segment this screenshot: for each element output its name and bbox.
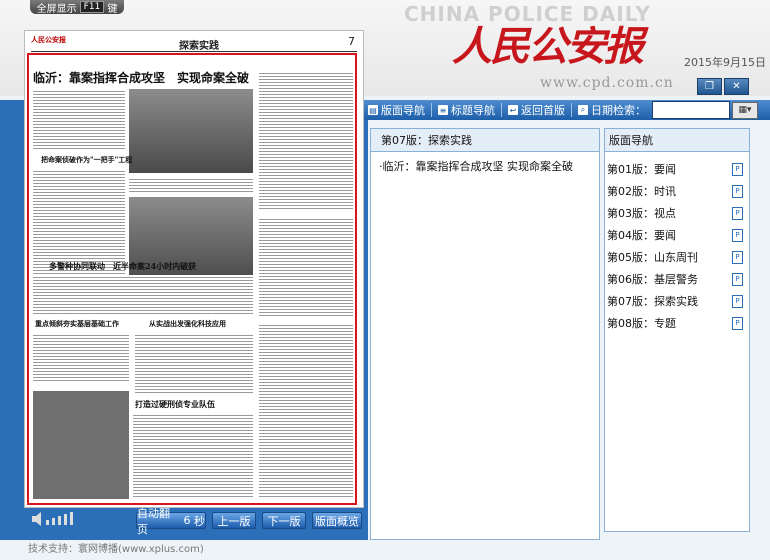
page-masthead-logo: 人民公安报 xyxy=(31,36,66,44)
pdf-icon[interactable]: P xyxy=(732,162,743,176)
text-block xyxy=(259,323,353,499)
pdf-icon[interactable]: P xyxy=(732,184,743,198)
site-url: www.cpd.com.cn xyxy=(540,75,674,91)
page-link[interactable]: 第05版：山东周刊 xyxy=(607,249,698,265)
title-nav-button[interactable]: ≡ 标题导航 xyxy=(434,102,499,118)
search-icon: ⌕ xyxy=(578,105,588,115)
article-subheadline: 把命案侦破作为"一把手"工程 xyxy=(41,155,133,164)
window-controls: ❐ ✕ xyxy=(697,78,749,95)
article-subheadline: 从实战出发强化科技应用 xyxy=(149,319,226,328)
article-link[interactable]: ·临沂：靠案指挥合成攻坚 实现命案全破 xyxy=(379,158,599,174)
page-link[interactable]: 第06版：基层警务 xyxy=(607,271,698,287)
page-item[interactable]: 第03版：视点 P xyxy=(607,202,749,224)
back-home-button[interactable]: ↩ 返回首版 xyxy=(504,102,569,118)
back-home-label: 返回首版 xyxy=(521,104,565,117)
prev-page-button[interactable]: 上一版 xyxy=(212,512,256,529)
pdf-icon[interactable]: P xyxy=(732,206,743,220)
seconds-unit: 秒 xyxy=(194,514,205,528)
page-number: 7 xyxy=(348,35,355,48)
toolbar: ▤ 版面导航 ≡ 标题导航 ↩ 返回首版 ⌕ 日期检索： ▦▾ xyxy=(364,100,770,120)
publication-date: 2015年9月15日 xyxy=(684,56,766,69)
date-search: ⌕ 日期检索： xyxy=(574,102,650,118)
auto-flip-seconds[interactable]: 6 xyxy=(184,514,191,527)
calendar-icon[interactable]: ▦▾ xyxy=(732,101,758,119)
footer-credit: 技术支持：寰网博播(www.xplus.com) xyxy=(28,544,204,555)
fullscreen-suffix: 键 xyxy=(107,3,118,15)
text-block xyxy=(33,333,129,383)
page-link[interactable]: 第04版：要闻 xyxy=(607,227,676,243)
article-subheadline: 重点倾斜夯实基层基础工作 xyxy=(35,319,119,328)
text-block xyxy=(33,89,125,151)
text-block xyxy=(129,177,253,193)
page-header: 人民公安报 探索实践 7 xyxy=(31,35,357,52)
prev-page-label: 上一版 xyxy=(217,514,251,528)
fullscreen-label: 全屏显示 xyxy=(36,3,77,15)
page-link[interactable]: 第01版：要闻 xyxy=(607,161,676,177)
auto-flip-label: 自动翻页 xyxy=(137,506,170,536)
text-block xyxy=(259,71,353,211)
pdf-icon[interactable]: P xyxy=(732,272,743,286)
date-input[interactable] xyxy=(652,101,730,119)
article-subheadline: 多警种协同联动 近半命案24小时内破获 xyxy=(49,261,197,271)
pdf-icon[interactable]: P xyxy=(732,250,743,264)
page-section-title: 探索实践 xyxy=(179,41,219,52)
title-nav-header: 第07版：探索实践 xyxy=(371,129,599,152)
article-subheadline: 打造过硬刑侦专业队伍 xyxy=(135,399,215,409)
page-nav-label: 版面导航 xyxy=(381,104,425,117)
date-search-label: 日期检索： xyxy=(591,104,646,117)
article-photo xyxy=(129,89,253,173)
title-nav-icon: ≡ xyxy=(438,105,448,115)
page-nav-panel: 版面导航 第01版：要闻 P 第02版：时讯 P 第03版：视点 P 第04版：要闻 P… xyxy=(604,128,750,532)
pdf-icon[interactable]: P xyxy=(732,294,743,308)
text-block xyxy=(133,413,253,499)
page-nav-header: 版面导航 xyxy=(605,129,749,152)
next-page-label: 下一版 xyxy=(267,514,301,528)
page-list: 第01版：要闻 P 第02版：时讯 P 第03版：视点 P 第04版：要闻 P 第05版… xyxy=(605,152,749,334)
page-item[interactable]: 第04版：要闻 P xyxy=(607,224,749,246)
next-page-button[interactable]: 下一版 xyxy=(262,512,306,529)
page-link[interactable]: 第03版：视点 xyxy=(607,205,676,221)
article-photo xyxy=(33,391,129,499)
text-block xyxy=(259,217,353,317)
article-headline[interactable]: 临沂：靠案指挥合成攻坚 实现命案全破 xyxy=(33,69,249,86)
title-nav-panel: 第07版：探索实践 ·临沂：靠案指挥合成攻坚 实现命案全破 xyxy=(370,128,600,540)
text-block xyxy=(135,333,253,393)
restore-icon[interactable]: ❐ xyxy=(697,78,722,95)
divider xyxy=(431,103,432,117)
page-overview-label: 版面概览 xyxy=(315,514,359,528)
page-item[interactable]: 第06版：基层警务 P xyxy=(607,268,749,290)
page-link[interactable]: 第07版：探索实践 xyxy=(607,293,698,309)
page-nav-button[interactable]: ▤ 版面导航 xyxy=(364,102,429,118)
auto-flip-control[interactable]: 自动翻页 6 秒 xyxy=(136,507,206,536)
page-item[interactable]: 第08版：专题 P xyxy=(607,312,749,334)
close-icon[interactable]: ✕ xyxy=(724,78,749,95)
pdf-icon[interactable]: P xyxy=(732,316,743,330)
left-band xyxy=(0,100,24,520)
divider xyxy=(571,103,572,117)
fullscreen-key: F11 xyxy=(79,1,105,13)
speaker-icon[interactable] xyxy=(30,512,102,526)
page-link[interactable]: 第08版：专题 xyxy=(607,315,676,331)
page-item[interactable]: 第02版：时讯 P xyxy=(607,180,749,202)
fullscreen-hint[interactable]: 全屏显示 F11 键 xyxy=(30,0,124,15)
page-link[interactable]: 第02版：时讯 xyxy=(607,183,676,199)
back-icon: ↩ xyxy=(508,105,518,115)
page-item[interactable]: 第05版：山东周刊 P xyxy=(607,246,749,268)
title-nav-label: 标题导航 xyxy=(451,104,495,117)
page-overview-button[interactable]: 版面概览 xyxy=(312,512,362,529)
pdf-icon[interactable]: P xyxy=(732,228,743,242)
text-block xyxy=(33,275,253,315)
page-item[interactable]: 第01版：要闻 P xyxy=(607,158,749,180)
newspaper-page[interactable]: 人民公安报 探索实践 7 临沂：靠案指挥合成攻坚 实现命案全破 把命案侦破作为"… xyxy=(24,30,364,508)
divider xyxy=(501,103,502,117)
article-list: ·临沂：靠案指挥合成攻坚 实现命案全破 xyxy=(371,152,599,174)
page-nav-icon: ▤ xyxy=(368,105,378,115)
page-item[interactable]: 第07版：探索实践 P xyxy=(607,290,749,312)
newspaper-logo: 人民公安报 xyxy=(452,23,644,70)
